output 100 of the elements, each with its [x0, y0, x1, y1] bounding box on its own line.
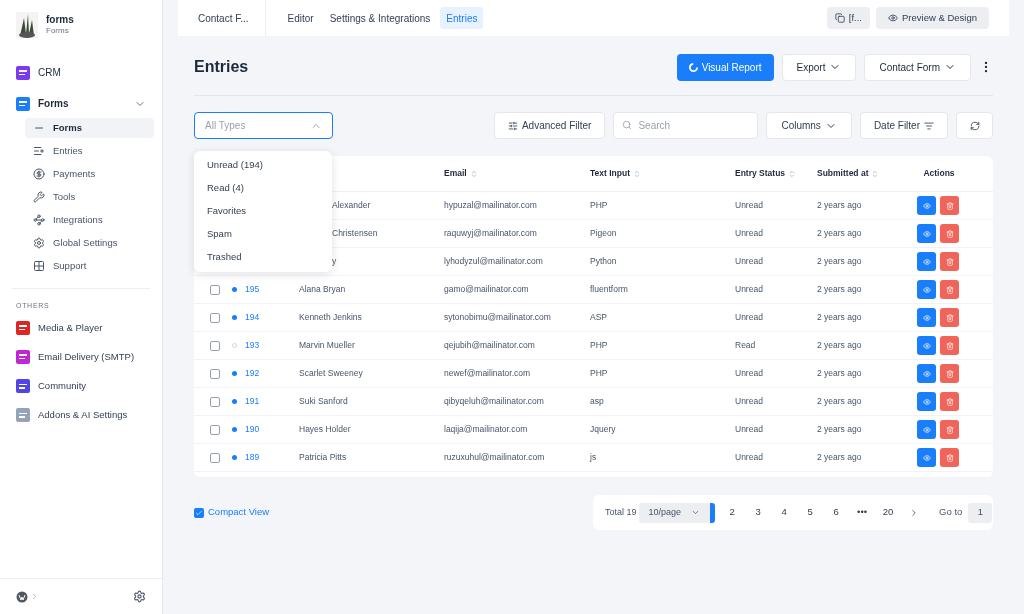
row-checkbox[interactable]: [210, 368, 220, 379]
delete-button[interactable]: [940, 280, 959, 299]
grid-icon: [33, 260, 45, 272]
view-button[interactable]: [917, 252, 936, 271]
sort-icon: [788, 169, 797, 178]
entry-id-link[interactable]: 194: [245, 311, 260, 324]
columns-button[interactable]: Columns: [766, 112, 852, 139]
submenu-item[interactable]: Support: [25, 256, 154, 276]
delete-button[interactable]: [940, 308, 959, 327]
advanced-filter-button[interactable]: Advanced Filter: [493, 112, 606, 139]
delete-button[interactable]: [940, 364, 959, 383]
delete-button[interactable]: [940, 336, 959, 355]
entry-id-link[interactable]: 193: [245, 339, 260, 352]
delete-button[interactable]: [940, 196, 959, 215]
delete-button[interactable]: [940, 420, 959, 439]
page-size-select[interactable]: 10/page: [638, 502, 711, 523]
view-button[interactable]: [917, 224, 936, 243]
eye-icon: [922, 453, 931, 462]
table-cell-text: 2 years ago: [817, 311, 863, 324]
settings-icon[interactable]: [133, 590, 146, 603]
delete-button[interactable]: [940, 224, 959, 243]
column-header[interactable]: Text Input: [590, 167, 735, 180]
dropdown-option[interactable]: Spam: [194, 223, 332, 246]
goto-field[interactable]: 1: [968, 502, 993, 523]
table-cell: Patricia Pitts: [299, 452, 347, 463]
submenu-item[interactable]: Integrations: [25, 210, 154, 230]
refresh-button[interactable]: [956, 112, 993, 139]
page-button[interactable]: •••: [849, 502, 876, 523]
page-button[interactable]: 4: [771, 502, 798, 523]
delete-button[interactable]: [940, 252, 959, 271]
eye-icon: [922, 229, 931, 238]
page-button[interactable]: 20: [875, 502, 902, 523]
view-button[interactable]: [917, 308, 936, 327]
delete-button[interactable]: [940, 448, 959, 467]
eye-icon: [922, 313, 931, 322]
chevron-icon[interactable]: [30, 592, 39, 601]
submenu-item[interactable]: Global Settings: [25, 233, 154, 253]
date-filter-button[interactable]: Date Filter: [859, 112, 948, 139]
sidebar-item[interactable]: Media & Player: [0, 315, 162, 340]
entry-id-link[interactable]: 195: [245, 283, 260, 296]
export-button[interactable]: Export: [781, 53, 857, 81]
sidebar-item[interactable]: CRM: [0, 60, 162, 85]
compact-view-label[interactable]: Compact View: [208, 505, 270, 520]
dropdown-option[interactable]: Read (4): [194, 177, 332, 200]
goto-label: Go to: [939, 505, 963, 520]
column-header[interactable]: Entry Status: [735, 167, 817, 180]
view-button[interactable]: [917, 448, 936, 467]
view-button[interactable]: [917, 364, 936, 383]
column-header[interactable]: Email: [444, 167, 590, 180]
sidebar-item[interactable]: Forms: [0, 91, 162, 116]
nav-tab[interactable]: Settings & Integrations: [323, 7, 437, 29]
page-button[interactable]: [710, 502, 716, 523]
table-cell-text: Unread: [735, 283, 764, 296]
table-cell-text: Unread: [735, 199, 764, 212]
row-checkbox[interactable]: [210, 312, 220, 323]
sidebar-item[interactable]: Community: [0, 374, 162, 399]
column-header[interactable]: Submitted at: [817, 167, 917, 180]
row-checkbox[interactable]: [210, 424, 220, 435]
page-button[interactable]: 2: [719, 502, 746, 523]
delete-button[interactable]: [940, 392, 959, 411]
shortcode-button[interactable]: [f...: [826, 7, 870, 29]
preview-button[interactable]: Preview & Design: [876, 7, 989, 29]
sidebar-item[interactable]: Addons & AI Settings: [0, 403, 162, 428]
dropdown-option[interactable]: Unread (194): [194, 154, 332, 177]
search-field[interactable]: Search: [613, 112, 759, 139]
dropdown-option[interactable]: Favorites: [194, 200, 332, 223]
form-name[interactable]: Contact F...: [198, 0, 266, 36]
view-button[interactable]: [917, 420, 936, 439]
submenu-item[interactable]: Tools: [25, 187, 154, 207]
nav-tab[interactable]: Editor: [281, 7, 320, 29]
submenu-item[interactable]: Forms: [25, 118, 154, 138]
visual-report-button[interactable]: Visual Report: [676, 53, 774, 81]
table-cell-text: qejubih@mailinator.com: [444, 339, 536, 352]
trash-icon: [945, 453, 954, 462]
entry-id-link[interactable]: 191: [245, 395, 260, 408]
view-button[interactable]: [917, 196, 936, 215]
view-button[interactable]: [917, 336, 936, 355]
entry-id-link[interactable]: 190: [245, 423, 260, 436]
page-button[interactable]: 6: [823, 502, 850, 523]
submenu-item[interactable]: Payments: [25, 164, 154, 184]
row-checkbox[interactable]: [210, 396, 220, 407]
entry-id-link[interactable]: 189: [245, 451, 260, 464]
nav-tab[interactable]: Entries: [440, 7, 484, 29]
view-button[interactable]: [917, 392, 936, 411]
total-count: Total 19: [605, 505, 637, 519]
table-cell-text: Jquery: [590, 423, 617, 436]
wordpress-icon[interactable]: [16, 590, 28, 603]
form-select[interactable]: Contact Form: [864, 53, 971, 81]
page-button[interactable]: 3: [745, 502, 772, 523]
entry-id-link[interactable]: 192: [245, 367, 260, 380]
page-button[interactable]: 5: [797, 502, 824, 523]
submenu-item[interactable]: Entries: [25, 141, 154, 161]
view-button[interactable]: [917, 280, 936, 299]
dropdown-option[interactable]: Trashed: [194, 246, 332, 269]
compact-view-checkbox[interactable]: [194, 507, 204, 518]
chart-icon: [688, 62, 698, 72]
row-checkbox[interactable]: [210, 452, 220, 463]
row-checkbox[interactable]: [210, 340, 220, 351]
sidebar-item[interactable]: Email Delivery (SMTP): [0, 344, 162, 369]
row-checkbox[interactable]: [210, 284, 220, 295]
